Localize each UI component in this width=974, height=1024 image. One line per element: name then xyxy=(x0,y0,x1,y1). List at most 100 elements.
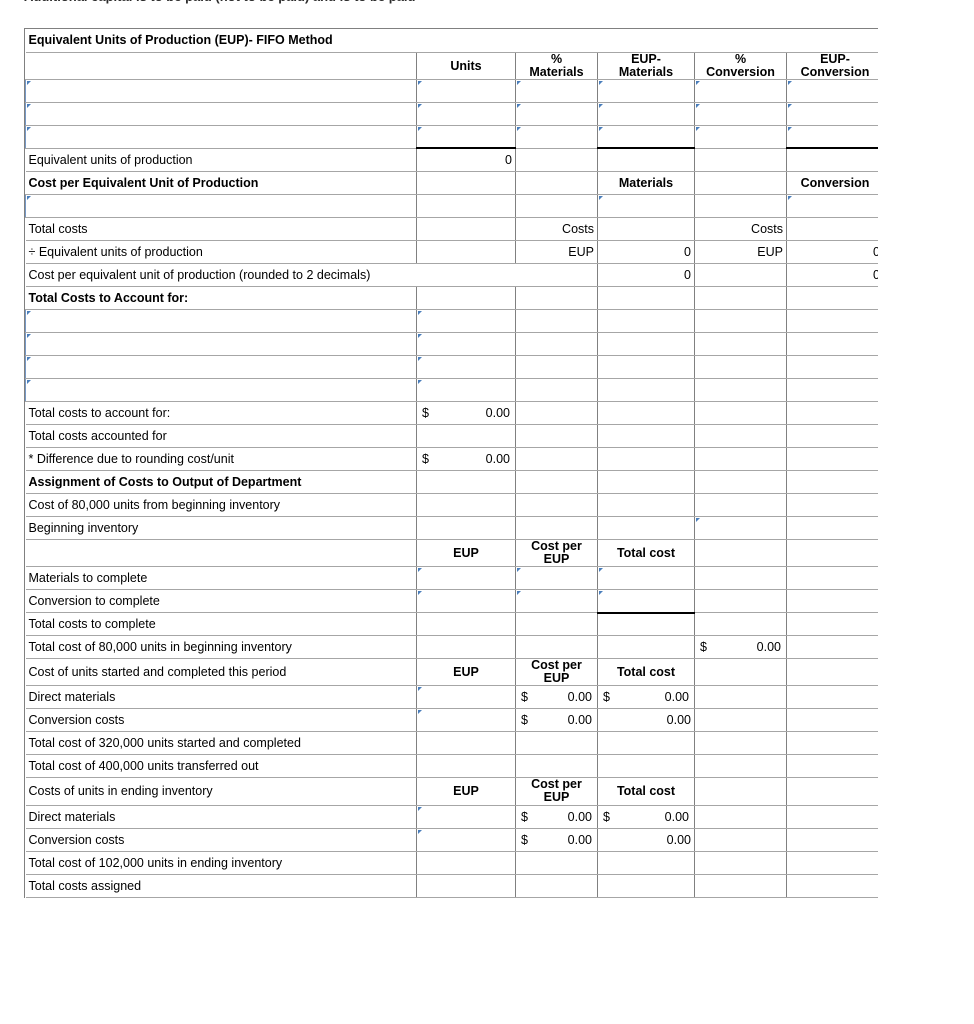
header-pct-conversion-line2: Conversion xyxy=(706,64,775,79)
eup-row2-units-input[interactable] xyxy=(416,101,516,126)
header-eup-materials-line2: Materials xyxy=(618,64,674,79)
beginning-col-cost-per-eup: Cost per EUP xyxy=(515,539,598,568)
table-row-materials-to-complete: Materials to complete xyxy=(25,566,878,590)
cost-per-eup-materials-input[interactable] xyxy=(597,193,695,218)
cost-per-eup-label-input[interactable] xyxy=(25,193,417,218)
eup-row3-eup-materials-input[interactable] xyxy=(597,124,695,150)
eup-row2-label-input[interactable] xyxy=(25,101,417,126)
divide-eup-conversion-value: 0 xyxy=(786,240,878,264)
tcta-row4-pm xyxy=(515,378,598,402)
total-costs-label: Total costs xyxy=(25,217,417,241)
to-ec xyxy=(786,754,878,779)
cost-per-eup-conversion-input[interactable] xyxy=(786,193,878,218)
tcta-heading-pc xyxy=(694,286,787,310)
eup-row3-eup-conversion-input[interactable] xyxy=(786,124,878,150)
to-pm xyxy=(515,754,598,779)
ending-direct-materials-eup-input[interactable] xyxy=(416,804,516,829)
ecc-ec xyxy=(786,828,878,852)
started-conversion-costs-label: Conversion costs xyxy=(25,708,417,733)
eup-row2-eup-conversion-input[interactable] xyxy=(786,101,878,126)
cost-per-eup-result-materials-value: 0 xyxy=(597,263,695,287)
started-dm-total-amount: 0.00 xyxy=(664,690,689,705)
mtc-ec xyxy=(786,566,878,590)
started-title: Cost of units started and completed this… xyxy=(25,658,417,687)
ending-col-total-cost: Total cost xyxy=(597,777,695,806)
header-units: Units xyxy=(416,52,516,80)
total-costs-accounted-for-value xyxy=(416,424,516,448)
eup-row1-pct-conversion-input[interactable] xyxy=(694,78,787,103)
table-row-total-costs-account-heading: Total Costs to Account for: xyxy=(25,286,878,310)
table-row-difference-rounding: * Difference due to rounding cost/unit $… xyxy=(25,447,878,471)
eup-row3-label-input[interactable] xyxy=(25,124,417,149)
beginning-col-cost-per-eup-line1: Cost per xyxy=(531,539,582,553)
tca-ec xyxy=(786,874,878,898)
tcta-row4-label-input[interactable] xyxy=(25,377,417,402)
eup-row3-pct-materials-input[interactable] xyxy=(515,124,598,149)
sdm-ec xyxy=(786,685,878,710)
table-row-eup-input-3 xyxy=(25,124,878,150)
table-row-total-costs: Total costs Costs Costs xyxy=(25,217,878,241)
eup-row1-pct-materials-input[interactable] xyxy=(515,78,598,103)
tctc-pm xyxy=(515,612,598,636)
materials-to-complete-eup-input[interactable] xyxy=(416,566,516,590)
ending-direct-materials-cpe: $ 0.00 xyxy=(515,805,598,829)
started-cc-cpe-amount: 0.00 xyxy=(567,713,592,728)
total-ending-label: Total cost of 102,000 units in ending in… xyxy=(25,851,417,875)
cobu-pc xyxy=(694,493,787,517)
cost-per-eup-pm-blank xyxy=(515,194,598,218)
transferred-out-value xyxy=(694,754,787,779)
materials-to-complete-total-input[interactable] xyxy=(597,566,695,590)
tcta-heading-units xyxy=(416,286,516,310)
beginning-inventory-label: Beginning inventory xyxy=(25,516,417,540)
tcbi-ec xyxy=(786,635,878,659)
total-costs-conversion-tag: Costs xyxy=(694,217,787,241)
table-row-assignment-heading: Assignment of Costs to Output of Departm… xyxy=(25,470,878,494)
eup-row1-eup-conversion-input[interactable] xyxy=(786,78,878,103)
eup-row3-pct-conversion-input[interactable] xyxy=(694,124,787,149)
assign-heading-ec xyxy=(786,470,878,494)
tcta-row2-label-input[interactable] xyxy=(25,331,417,356)
eup-row3-units-input[interactable] xyxy=(416,124,516,150)
started-cc-cpe-symbol: $ xyxy=(521,713,528,728)
tcta-row4-units-input[interactable] xyxy=(416,377,516,402)
ending-conversion-costs-eup-input[interactable] xyxy=(416,827,516,852)
eup-row1-eup-materials-input[interactable] xyxy=(597,78,695,103)
tca-units xyxy=(416,874,516,898)
tcaf-pm xyxy=(515,401,598,425)
tcta-row1-units-input[interactable] xyxy=(416,308,516,333)
ending-title: Costs of units in ending inventory xyxy=(25,777,417,806)
tcta-row1-label-input[interactable] xyxy=(25,308,417,333)
divide-eup-materials-value: 0 xyxy=(597,240,695,264)
table-row-tcta-input-4 xyxy=(25,377,878,402)
materials-to-complete-cpe-input[interactable] xyxy=(515,566,598,590)
started-direct-materials-eup-input[interactable] xyxy=(416,685,516,710)
beginning-inventory-input[interactable] xyxy=(694,515,787,540)
conversion-to-complete-total-input[interactable] xyxy=(597,589,695,614)
started-direct-materials-total: $ 0.00 xyxy=(597,685,695,710)
header-pct-conversion: % Conversion xyxy=(694,52,787,80)
tcta-row3-label-input[interactable] xyxy=(25,354,417,379)
eup-row1-label-input[interactable] xyxy=(25,78,417,103)
started-conversion-costs-eup-input[interactable] xyxy=(416,708,516,733)
table-row-tcta-input-3 xyxy=(25,354,878,379)
tcaf-ec xyxy=(786,401,878,425)
table-row-total-costs-to-complete: Total costs to complete xyxy=(25,612,878,636)
tcta-row2-units-input[interactable] xyxy=(416,331,516,356)
eup-row1-units-input[interactable] xyxy=(416,78,516,103)
eup-row2-eup-materials-input[interactable] xyxy=(597,101,695,126)
table-row-total-costs-to-account-for: Total costs to account for: $ 0.00 xyxy=(25,401,878,425)
tca-em xyxy=(597,874,695,898)
eup-row2-pct-materials-input[interactable] xyxy=(515,101,598,126)
cobu-ec xyxy=(786,493,878,517)
conversion-to-complete-cpe-input[interactable] xyxy=(515,589,598,613)
eup-total-pct-conversion xyxy=(694,148,787,172)
conversion-to-complete-eup-input[interactable] xyxy=(416,589,516,613)
ending-dm-cpe-symbol: $ xyxy=(521,809,528,824)
assign-heading-em xyxy=(597,470,695,494)
table-row-conversion-to-complete: Conversion to complete xyxy=(25,589,878,614)
tcta-row3-units-input[interactable] xyxy=(416,354,516,379)
total-costs-account-for-symbol: $ xyxy=(422,405,429,420)
tsc-pm xyxy=(515,731,598,756)
eup-row2-pct-conversion-input[interactable] xyxy=(694,101,787,126)
difference-rounding-symbol: $ xyxy=(422,451,429,466)
